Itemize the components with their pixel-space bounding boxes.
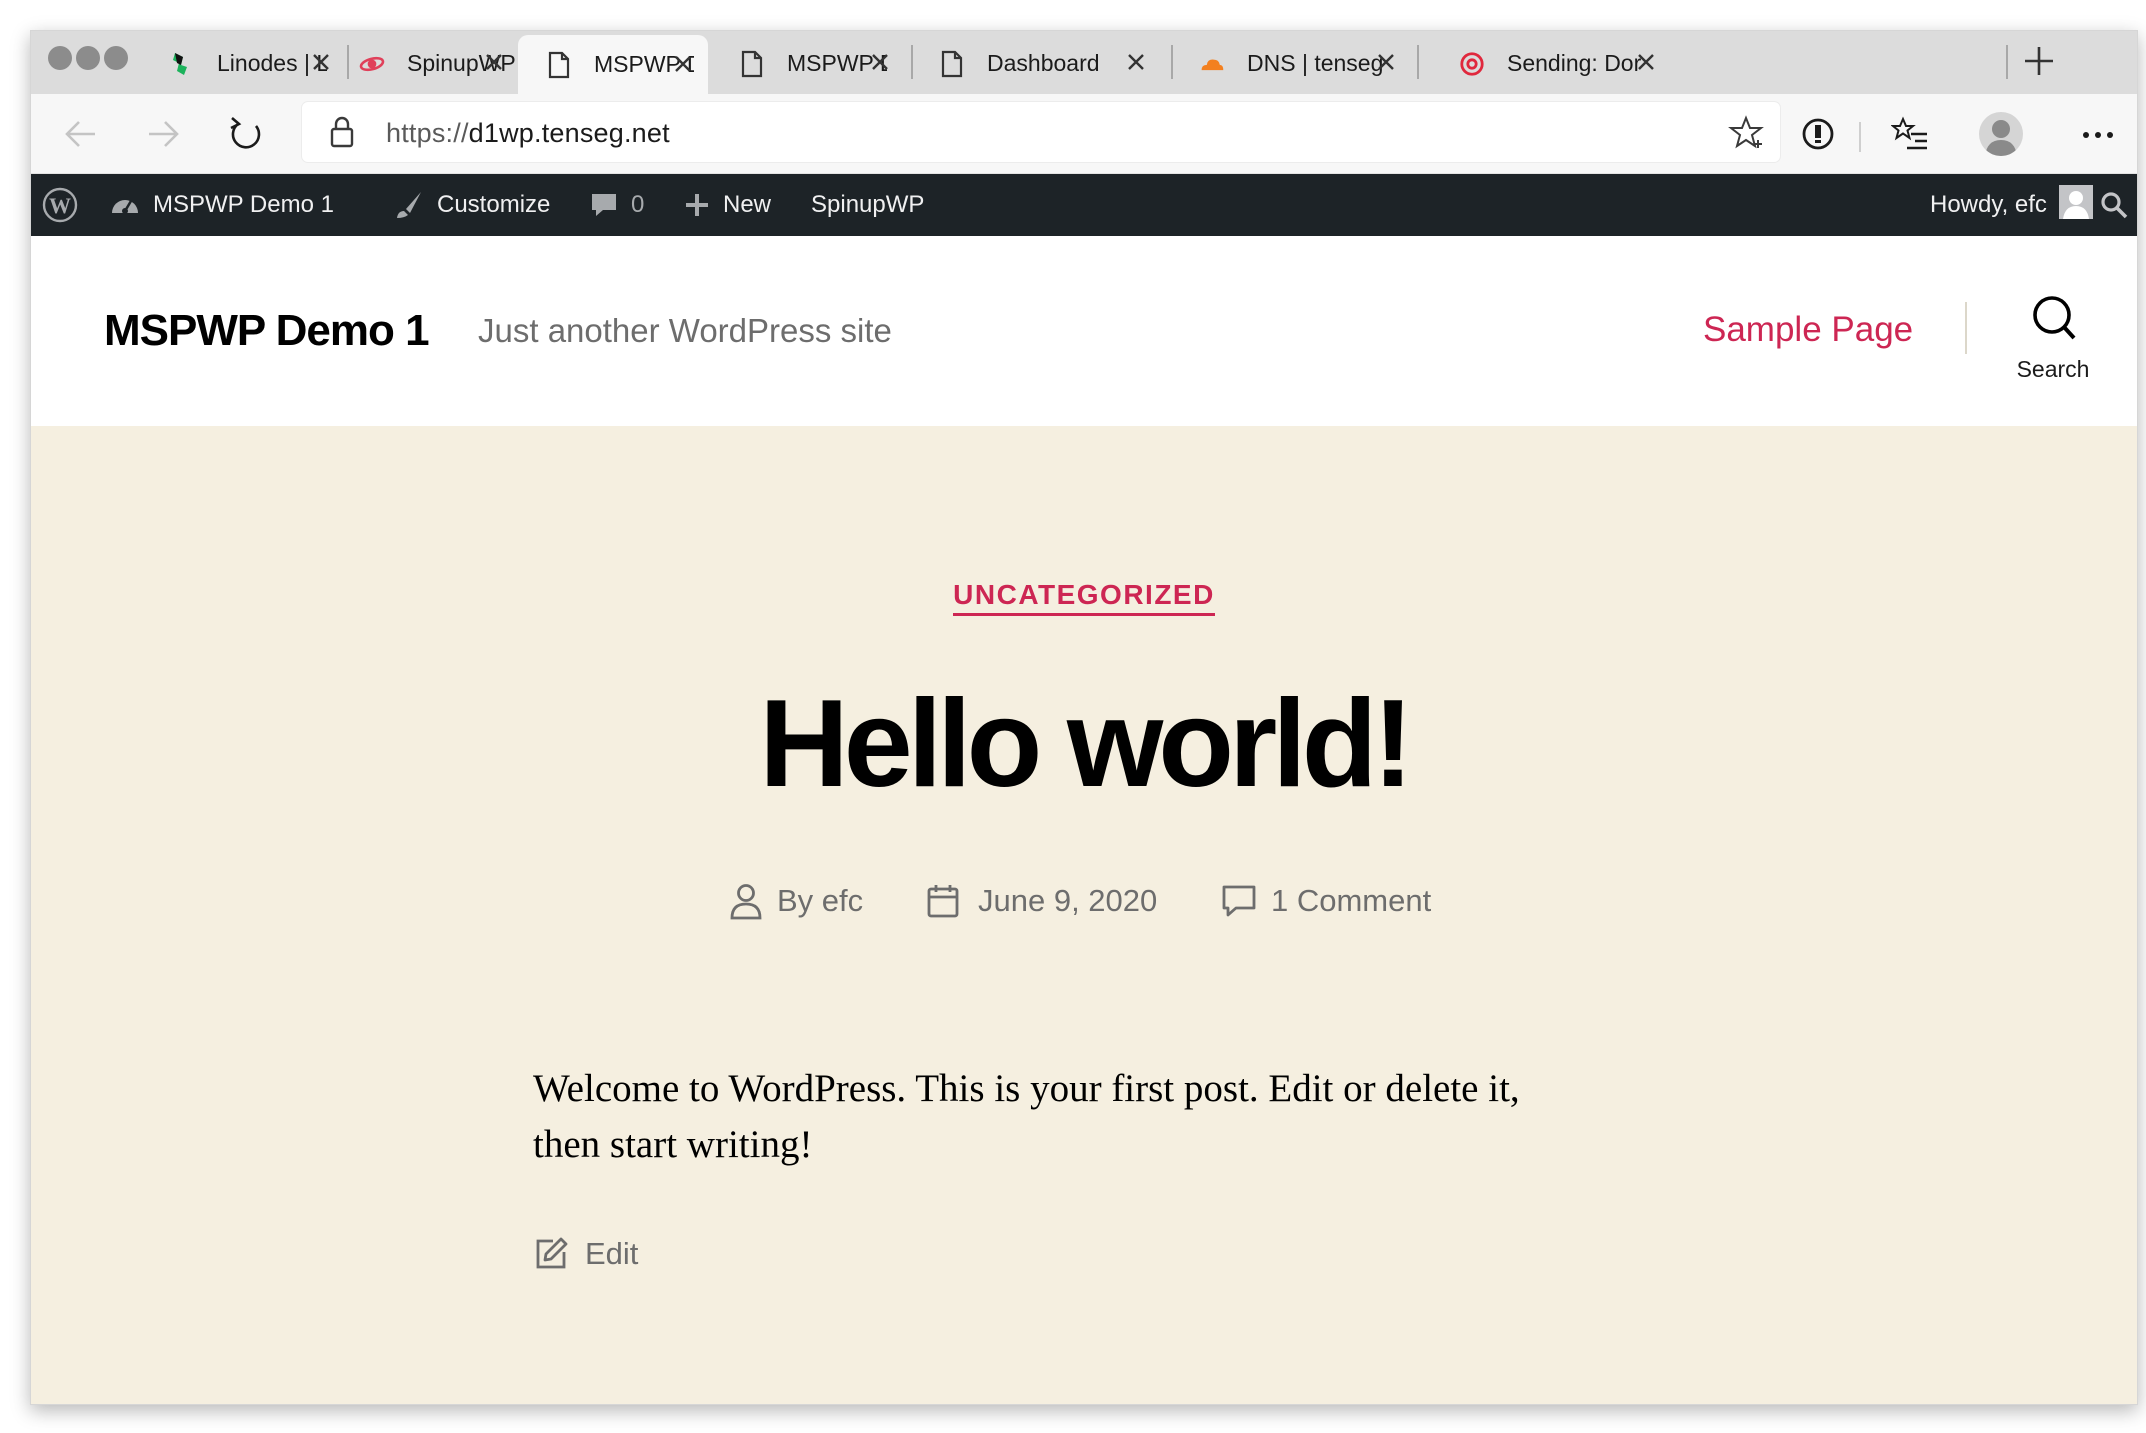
- new-tab-icon[interactable]: [2021, 43, 2057, 79]
- site-tagline: Just another WordPress site: [478, 312, 892, 349]
- forward-icon[interactable]: [143, 116, 183, 152]
- post-author[interactable]: By efc: [729, 876, 863, 926]
- tab-dashboard[interactable]: Dashboard: [911, 33, 1161, 94]
- svg-text:W: W: [49, 193, 71, 218]
- admin-customize-label: Customize: [437, 191, 551, 218]
- header-divider: [1965, 302, 1967, 354]
- tab-title: Sending: Dor: [1507, 50, 1642, 76]
- more-icon[interactable]: [2081, 130, 2115, 140]
- calendar-icon: [926, 883, 960, 919]
- close-tab-icon[interactable]: [869, 51, 891, 73]
- tab-linodes[interactable]: Linodes | Lin: [141, 33, 346, 94]
- close-tab-icon[interactable]: [310, 51, 332, 73]
- back-icon[interactable]: [61, 116, 101, 152]
- post-category: UNCATEGORIZED: [31, 579, 2137, 616]
- user-avatar-icon: [2058, 184, 2093, 226]
- admin-howdy-label: Howdy, efc: [1930, 191, 2047, 218]
- admin-site-name[interactable]: MSPWP Demo 1: [109, 174, 334, 236]
- close-tab-icon[interactable]: [1125, 51, 1147, 73]
- admin-spinupwp-label: SpinupWP: [811, 191, 925, 218]
- admin-my-account[interactable]: Howdy, efc: [1930, 174, 2093, 236]
- password-manager-icon[interactable]: [1800, 116, 1836, 152]
- post-comments[interactable]: 1 Comment: [1221, 876, 1431, 926]
- post-content-area: UNCATEGORIZED Hello world! By efc June 9…: [31, 426, 2137, 1404]
- post-date[interactable]: June 9, 2020: [926, 876, 1157, 926]
- paintbrush-icon: [393, 189, 425, 221]
- close-tab-icon[interactable]: [1375, 51, 1397, 73]
- tab-title: DNS | tenseg: [1247, 50, 1382, 76]
- post-author-label: By efc: [777, 883, 864, 918]
- comment-icon: [1221, 884, 1257, 918]
- search-icon: [2101, 192, 2128, 219]
- minimize-window-button[interactable]: [76, 46, 100, 70]
- person-icon: [729, 882, 763, 920]
- header-search-button[interactable]: Search: [2003, 294, 2103, 394]
- refresh-icon[interactable]: [226, 114, 266, 154]
- post-comments-label: 1 Comment: [1271, 883, 1432, 918]
- spinupwp-icon: [359, 51, 385, 77]
- zoom-window-button[interactable]: [104, 46, 128, 70]
- close-tab-icon[interactable]: [672, 53, 694, 75]
- admin-site-name-label: MSPWP Demo 1: [153, 191, 334, 218]
- wordpress-icon: W: [42, 187, 78, 223]
- lock-icon[interactable]: [328, 114, 356, 150]
- wp-admin-bar: W MSPWP Demo 1 Customize 0 New SpinupWP …: [31, 174, 2137, 236]
- address-bar[interactable]: https://d1wp.tenseg.net: [302, 102, 1780, 162]
- edit-label: Edit: [585, 1236, 639, 1271]
- post-body-line: then start writing!: [533, 1123, 813, 1166]
- profile-avatar[interactable]: [1979, 112, 2023, 156]
- tab-mspwp-active[interactable]: MSPWP Dem: [518, 35, 708, 94]
- tab-spinupwp[interactable]: SpinupWP: [331, 33, 519, 94]
- admin-new[interactable]: New: [683, 174, 771, 236]
- search-label: Search: [2016, 356, 2090, 382]
- page-icon: [939, 50, 965, 77]
- site-header: MSPWP Demo 1 Just another WordPress site…: [31, 236, 2137, 426]
- close-window-button[interactable]: [48, 46, 72, 70]
- wordpress-logo-button[interactable]: W: [41, 174, 79, 236]
- page-icon: [546, 51, 572, 78]
- close-tab-icon[interactable]: [1635, 51, 1657, 73]
- tab-sending[interactable]: Sending: Dor: [1431, 33, 1671, 94]
- tab-mspwp[interactable]: MSPWP Dem: [711, 33, 905, 94]
- mailgun-icon: [1459, 51, 1485, 77]
- close-tab-icon[interactable]: [483, 51, 505, 73]
- cloudflare-icon: [1199, 51, 1225, 77]
- page-icon: [739, 50, 765, 77]
- admin-spinupwp[interactable]: SpinupWP: [811, 174, 924, 236]
- admin-search-button[interactable]: [2099, 174, 2129, 236]
- admin-comments[interactable]: 0: [589, 174, 644, 236]
- dashboard-gauge-icon: [109, 189, 141, 221]
- plus-icon: [683, 191, 711, 219]
- category-link[interactable]: UNCATEGORIZED: [953, 579, 1215, 616]
- admin-customize[interactable]: Customize: [393, 174, 550, 236]
- browser-window: Linodes | Lin SpinupWP MSPWP Dem MSPWP: [30, 30, 2138, 1405]
- post-body: Welcome to WordPress. This is your first…: [533, 1061, 1633, 1173]
- nav-sample-page[interactable]: Sample Page: [1703, 310, 1913, 350]
- url-text[interactable]: https://d1wp.tenseg.net: [386, 118, 670, 149]
- tab-title: Dashboard: [987, 50, 1100, 76]
- linode-icon: [169, 51, 195, 77]
- post-date-label: June 9, 2020: [978, 883, 1158, 918]
- comment-bubble-icon: [589, 190, 619, 220]
- post-body-line: Welcome to WordPress. This is your first…: [533, 1067, 1520, 1110]
- post-title: Hello world!: [759, 675, 1414, 813]
- browser-toolbar: https://d1wp.tenseg.net: [31, 94, 2137, 174]
- tab-dns[interactable]: DNS | tenseg: [1171, 33, 1411, 94]
- site-title[interactable]: MSPWP Demo 1: [104, 306, 430, 356]
- post-edit-link[interactable]: Edit: [533, 1229, 638, 1279]
- profile-icon: [1985, 120, 2017, 156]
- favorites-list-icon[interactable]: [1891, 114, 1931, 154]
- admin-comments-count: 0: [631, 191, 645, 218]
- search-icon: [2033, 296, 2076, 340]
- tab-strip: Linodes | Lin SpinupWP MSPWP Dem MSPWP: [31, 31, 2137, 94]
- admin-new-label: New: [723, 191, 772, 218]
- edit-pencil-icon: [533, 1236, 569, 1272]
- favorite-star-icon[interactable]: [1728, 114, 1764, 150]
